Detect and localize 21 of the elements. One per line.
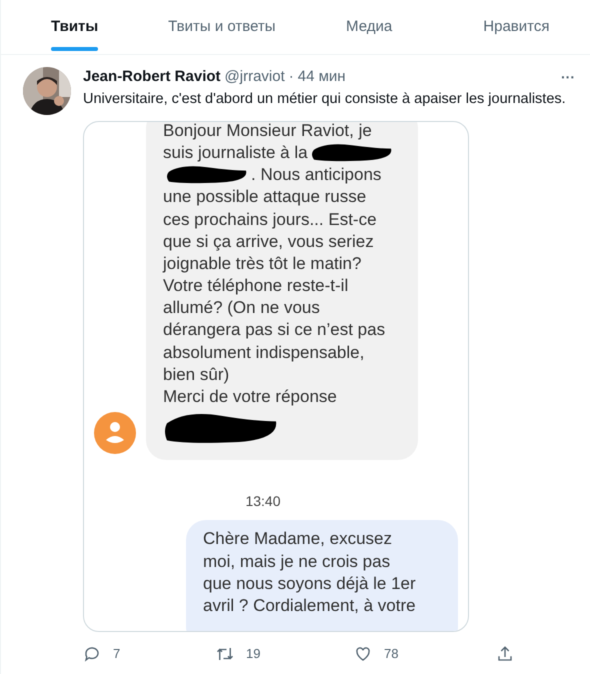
more-button[interactable]: ··· xyxy=(561,66,575,88)
author-handle[interactable]: @jrraviot xyxy=(224,66,285,88)
message-time: 13:40 xyxy=(245,492,281,512)
tweet-text: Universitaire, c'est d'abord un métier qui consiste à apaiser les journalistes. xyxy=(83,90,566,109)
tab[interactable]: Твиты xyxy=(51,0,98,55)
share-icon[interactable] xyxy=(496,644,514,662)
tweet-image[interactable] xyxy=(83,120,469,632)
tab[interactable]: Нравится xyxy=(483,0,550,55)
author-name[interactable]: Jean-Robert Raviot xyxy=(83,66,221,88)
outgoing-message: Chère Madame, excusez moi, mais je ne crois pas que nous soyons déjà le 1er avril ? Cordialement, à votre xyxy=(186,520,458,631)
separator-dot: · xyxy=(288,66,294,87)
incoming-message: Bonjour Monsieur Raviot, je suis journaliste à la . Nous anticipons une possible attaque russe ces prochains jours... Est-ce que si ça arrive, vous seriez joignable très tôt le matin? Votre téléphone reste-t-il allumé? (On ne vous dérangera pas si ce n’est pas absolument indispensable, bien sûr) Merci de votre réponse xyxy=(146,122,418,460)
heart-icon[interactable] xyxy=(354,644,372,662)
tab[interactable]: Медиа xyxy=(346,0,392,55)
like-count: 78 xyxy=(384,644,398,663)
tweet-time[interactable]: 44 мин xyxy=(298,66,346,88)
retweet-count: 19 xyxy=(246,644,260,663)
contact-icon xyxy=(94,412,136,454)
reply-icon[interactable] xyxy=(83,644,101,662)
tab[interactable]: Твиты и ответы xyxy=(168,0,276,55)
reply-count: 7 xyxy=(113,644,120,663)
